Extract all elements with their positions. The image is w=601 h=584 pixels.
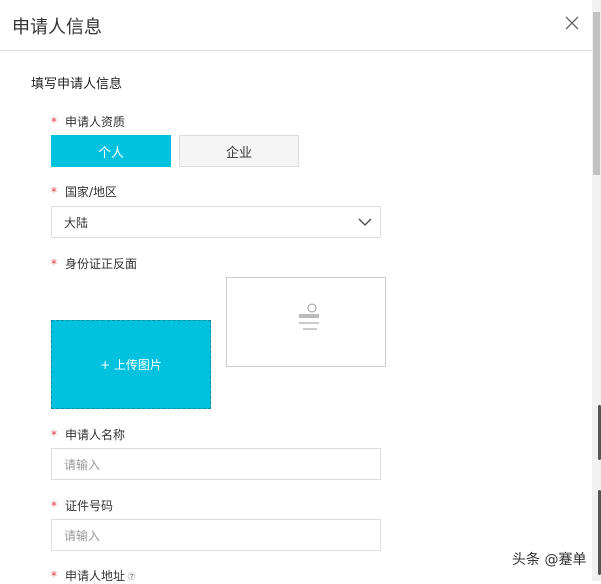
placeholder: 请输入 <box>64 528 101 543</box>
region-value: 大陆 <box>64 215 89 230</box>
label-text: 申请人资质 <box>65 115 126 129</box>
id-card-label: * 身份证正反面 <box>51 255 137 272</box>
address-label: * 申请人地址 ⑦ <box>51 567 136 584</box>
placeholder: 请输入 <box>64 457 101 472</box>
upload-image-button[interactable]: + 上传图片 <box>51 320 211 409</box>
required-mark: * <box>51 115 57 129</box>
scrollbar-thumb[interactable] <box>593 12 600 175</box>
watermark: 头条 @蹇单 <box>512 552 587 568</box>
id-card-sample-image <box>226 277 386 367</box>
required-mark: * <box>51 185 57 199</box>
region-select[interactable]: 大陆 <box>51 206 381 238</box>
applicant-name-input[interactable]: 请输入 <box>51 448 381 480</box>
required-mark: * <box>51 428 57 442</box>
option-individual-button[interactable]: 个人 <box>51 135 171 167</box>
label-text: 申请人名称 <box>65 428 126 442</box>
id-number-input[interactable]: 请输入 <box>51 519 381 551</box>
name-label: * 申请人名称 <box>51 426 125 443</box>
help-icon[interactable]: ⑦ <box>127 572 136 583</box>
label-text: 身份证正反面 <box>65 257 138 271</box>
required-mark: * <box>51 499 57 513</box>
required-mark: * <box>51 257 57 271</box>
label-text: 证件号码 <box>65 499 114 513</box>
dialog-title: 申请人信息 <box>12 17 102 38</box>
dialog-header: 申请人信息 <box>0 0 592 51</box>
qualification-label: * 申请人资质 <box>51 113 125 130</box>
option-enterprise-button[interactable]: 企业 <box>179 135 299 167</box>
id-number-label: * 证件号码 <box>51 497 113 514</box>
label-text: 国家/地区 <box>65 185 118 199</box>
chevron-down-icon <box>358 218 372 226</box>
region-label: * 国家/地区 <box>51 183 117 200</box>
section-title: 填写申请人信息 <box>31 77 123 92</box>
close-icon[interactable] <box>563 14 581 32</box>
id-card-sample-icon <box>299 303 319 330</box>
